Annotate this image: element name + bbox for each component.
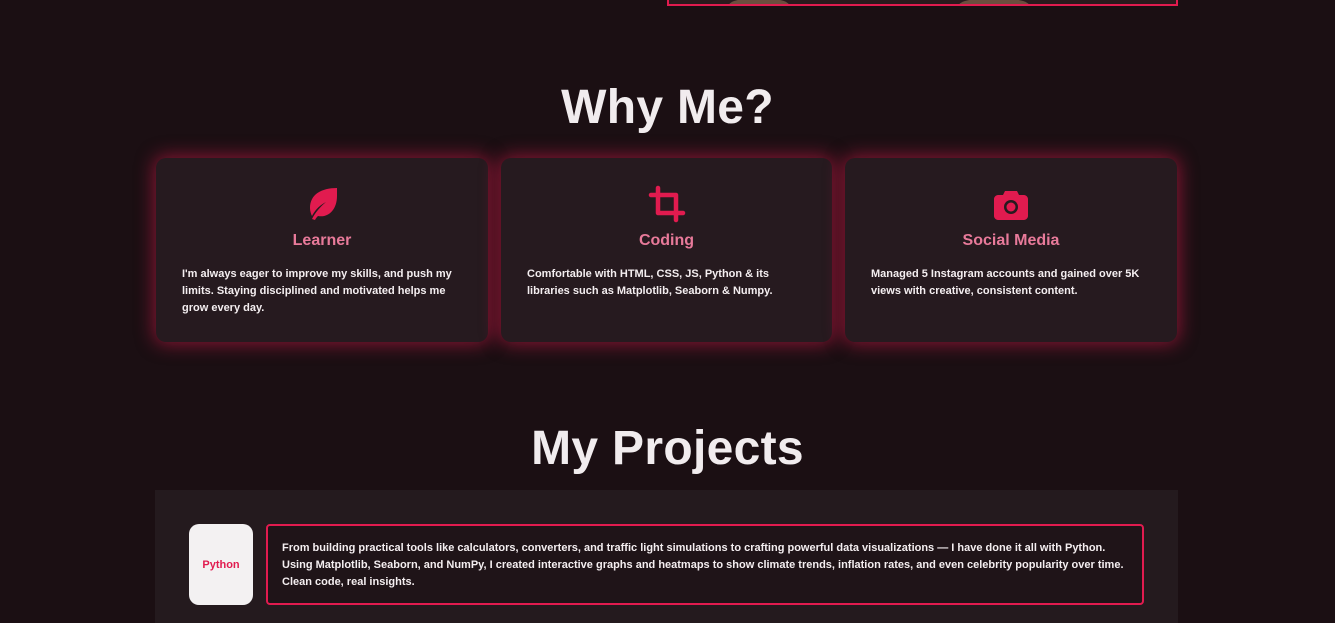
project-description: From building practical tools like calcu… — [266, 524, 1144, 605]
card-learner: Learner I'm always eager to improve my s… — [156, 158, 488, 342]
card-text: Managed 5 Instagram accounts and gained … — [871, 268, 1140, 297]
crop-icon — [648, 185, 685, 223]
card-title: Coding — [638, 232, 695, 249]
leaf-icon — [310, 188, 337, 220]
camera-icon — [994, 191, 1028, 220]
card-title: Social Media — [962, 232, 1060, 249]
why-me-title: Why Me? — [561, 81, 774, 134]
my-projects-title: My Projects — [531, 422, 804, 475]
card-text: Comfortable with HTML, CSS, JS, Python &… — [527, 268, 773, 297]
card-coding: Coding Comfortable with HTML, CSS, JS, P… — [501, 158, 832, 342]
card-text: I'm always eager to improve my skills, a… — [182, 268, 452, 314]
image-detail — [729, 0, 789, 4]
card-title: Learner — [292, 232, 352, 249]
image-detail — [959, 0, 1029, 4]
card-social-media: Social Media Managed 5 Instagram account… — [845, 158, 1177, 342]
project-badge-python[interactable]: Python — [189, 524, 253, 605]
hero-image-bottom-edge — [667, 0, 1178, 6]
